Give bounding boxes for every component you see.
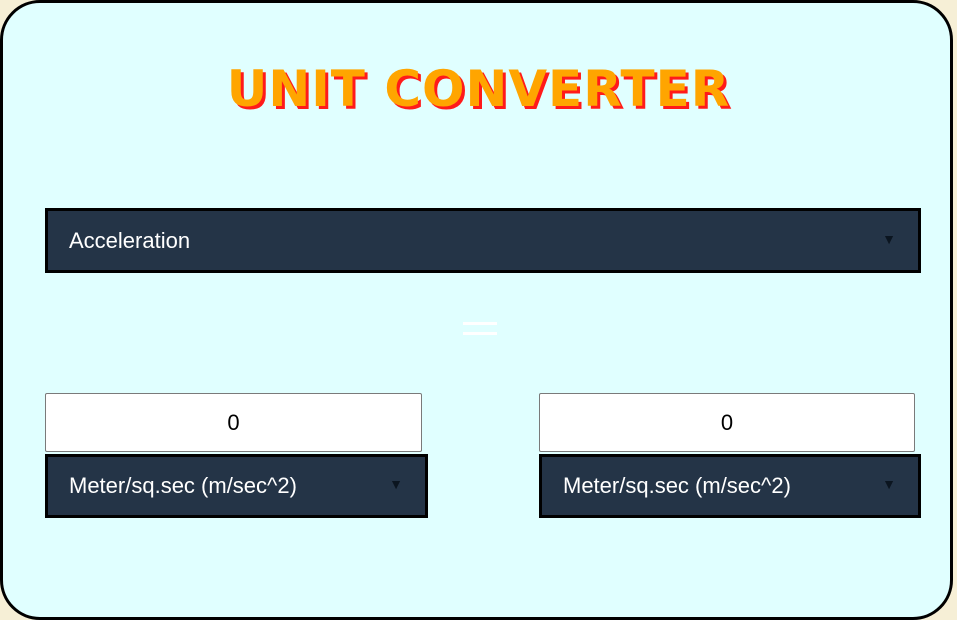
from-unit-select[interactable]: Meter/sq.sec (m/sec^2) ▼: [45, 454, 428, 518]
chevron-down-icon: ▼: [882, 230, 896, 247]
equals-sign: [463, 322, 497, 336]
to-unit-select[interactable]: Meter/sq.sec (m/sec^2) ▼: [539, 454, 921, 518]
chevron-down-icon: ▼: [389, 476, 403, 492]
to-value-input[interactable]: [539, 393, 915, 452]
from-value-input[interactable]: [45, 393, 422, 452]
category-select[interactable]: Acceleration ▼: [45, 208, 921, 273]
page-title: UNIT CONVERTER: [226, 60, 731, 118]
category-select-value: Acceleration: [69, 227, 191, 253]
from-unit-select-value: Meter/sq.sec (m/sec^2): [69, 473, 297, 498]
chevron-down-icon: ▼: [882, 476, 896, 492]
to-unit-select-value: Meter/sq.sec (m/sec^2): [563, 473, 791, 498]
